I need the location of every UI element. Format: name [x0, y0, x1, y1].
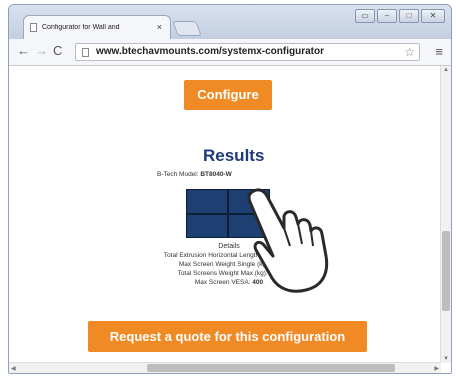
address-bar[interactable]: www.btechavmounts.com/systemx-configurat… — [75, 43, 420, 61]
screen-panel — [187, 190, 227, 213]
reload-icon[interactable]: C — [53, 44, 62, 58]
page-icon — [30, 23, 37, 32]
restore-button[interactable]: ▭ — [355, 9, 375, 23]
hand-pointer-icon — [247, 188, 329, 293]
maximize-button[interactable]: □ — [399, 9, 419, 23]
page-icon — [82, 48, 89, 57]
close-icon[interactable]: × — [157, 22, 162, 32]
horizontal-scrollbar[interactable]: ◀ ▶ — [9, 362, 441, 373]
minimize-button[interactable]: – — [377, 9, 397, 23]
results-title: Results — [203, 146, 265, 165]
vertical-scrollbar[interactable]: ▲ ▼ — [440, 66, 451, 363]
page-content: Configure Results B-Tech Model: BT8040-W… — [9, 66, 451, 373]
browser-tab[interactable]: Configurator for Wall and × — [23, 15, 171, 39]
scroll-right-icon[interactable]: ▶ — [434, 365, 439, 372]
url-text: www.btechavmounts.com/systemx-configurat… — [96, 46, 325, 57]
window-controls: ▭ – □ ✕ — [355, 9, 445, 23]
vertical-scroll-thumb[interactable] — [442, 231, 450, 311]
model-label: B-Tech Model: — [157, 171, 199, 178]
forward-icon[interactable]: → — [35, 44, 48, 58]
menu-icon[interactable]: ≡ — [435, 44, 443, 59]
back-icon[interactable]: ← — [17, 44, 30, 58]
model-value: BT8040-W — [200, 171, 232, 178]
screen-panel — [187, 214, 227, 237]
browser-toolbar: ← → C www.btechavmounts.com/systemx-conf… — [9, 39, 451, 66]
horizontal-scroll-thumb[interactable] — [147, 364, 395, 372]
tab-title: Configurator for Wall and — [42, 24, 120, 31]
tab-strip: Configurator for Wall and × ▭ – □ ✕ — [9, 5, 451, 39]
browser-window: Configurator for Wall and × ▭ – □ ✕ ← → … — [8, 4, 452, 374]
model-line: B-Tech Model: BT8040-W — [157, 171, 232, 178]
star-icon[interactable]: ☆ — [404, 45, 415, 59]
scroll-down-icon[interactable]: ▼ — [443, 356, 449, 362]
request-quote-button[interactable]: Request a quote for this configuration — [88, 321, 367, 352]
detail-label: Max Screen VESA: — [194, 279, 251, 286]
close-window-button[interactable]: ✕ — [421, 9, 445, 23]
configure-button[interactable]: Configure — [184, 80, 272, 110]
scroll-up-icon[interactable]: ▲ — [443, 67, 449, 73]
new-tab-button[interactable] — [172, 21, 202, 36]
scroll-left-icon[interactable]: ◀ — [11, 365, 16, 372]
